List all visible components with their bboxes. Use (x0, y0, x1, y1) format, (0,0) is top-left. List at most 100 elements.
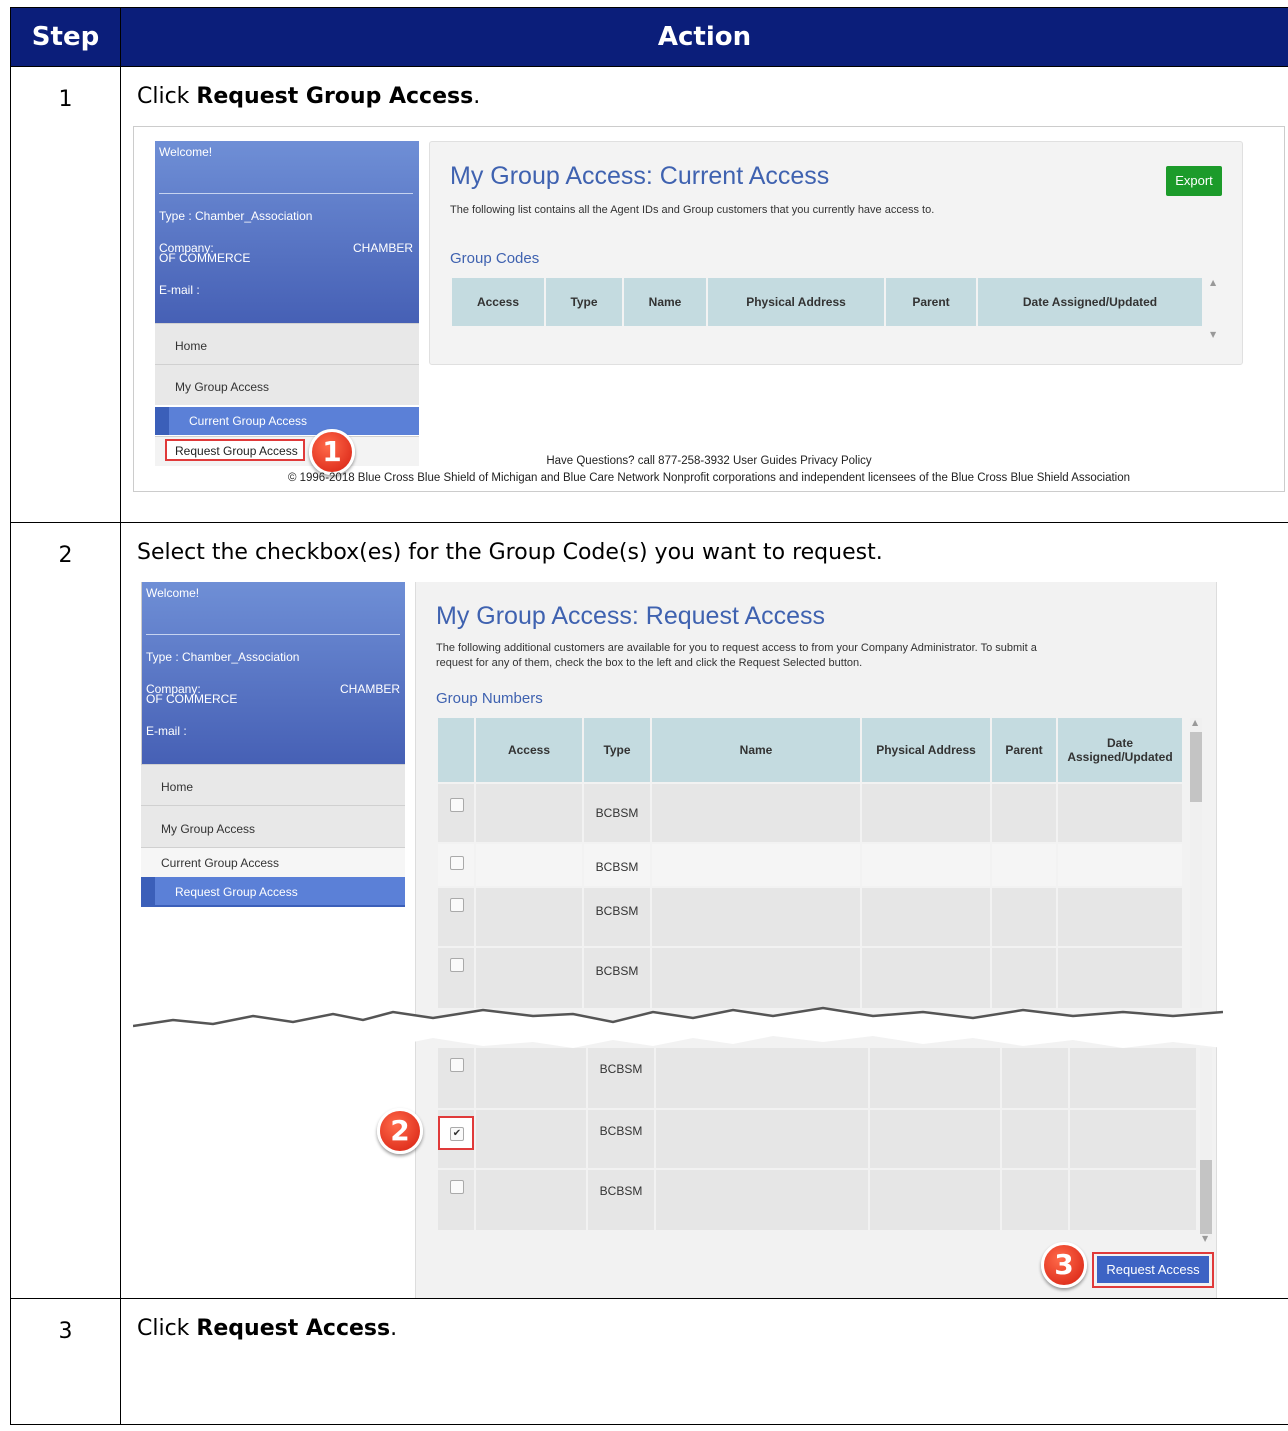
col-date[interactable]: Date Assigned/Updated (1058, 718, 1182, 782)
checked-checkbox[interactable]: ✔ (450, 1127, 464, 1141)
row-checkbox[interactable] (450, 856, 464, 870)
page-description-2: request for any of them, check the box t… (436, 657, 863, 669)
current-access-panel: My Group Access: Current Access The foll… (429, 141, 1243, 365)
col-parent[interactable]: Parent (992, 718, 1056, 782)
select-cell (438, 888, 474, 946)
access-cell (476, 948, 582, 1008)
scroll-down-icon[interactable]: ▼ (1210, 330, 1216, 339)
step-number: 1 (10, 66, 121, 523)
scroll-up-icon[interactable]: ▲ (1210, 278, 1216, 287)
table-row: BCBSM (438, 844, 1186, 886)
request-access-button[interactable]: Request Access (1097, 1256, 1209, 1283)
action-cell: Select the checkbox(es) for the Group Co… (120, 522, 1288, 1299)
parent-cell (992, 784, 1056, 842)
step-number: 2 (10, 522, 121, 1299)
select-cell (438, 1170, 474, 1230)
date-cell (1058, 844, 1182, 886)
parent-cell (1002, 1110, 1068, 1168)
row-checkbox[interactable] (450, 1180, 464, 1194)
action-cell: Click Request Group Access. Welcome! Typ… (120, 66, 1288, 523)
scroll-up-icon[interactable]: ▲ (1192, 718, 1198, 727)
col-parent[interactable]: Parent (886, 278, 976, 326)
name-cell (652, 888, 860, 946)
name-cell (652, 844, 860, 886)
company-value: CHAMBER (340, 682, 401, 696)
menu-home[interactable]: Home (155, 323, 419, 364)
footer-copyright: © 1996-2018 Blue Cross Blue Shield of Mi… (287, 472, 1131, 484)
welcome-text: Welcome! (146, 586, 200, 600)
action-header: Action (120, 7, 1288, 67)
col-name[interactable]: Name (624, 278, 706, 326)
access-cell (476, 1110, 586, 1168)
user-panel: Welcome! Type : Chamber_Association Comp… (141, 582, 405, 764)
user-type: Type : Chamber_Association (146, 650, 300, 664)
name-cell (656, 1110, 868, 1168)
menu-current-group-access[interactable]: Current Group Access (141, 847, 405, 877)
date-cell (1070, 1110, 1196, 1168)
torn-edge-break (133, 1006, 1223, 1050)
select-cell (438, 948, 474, 1008)
step-instruction: Click Request Access. (137, 1316, 398, 1341)
menu-home[interactable]: Home (141, 764, 405, 805)
col-physical-address[interactable]: Physical Address (708, 278, 884, 326)
access-cell (476, 888, 582, 946)
page-title: My Group Access: Current Access (450, 162, 830, 190)
screenshot-request-access: Welcome! Type : Chamber_Association Comp… (133, 582, 1223, 1298)
col-type[interactable]: Type (546, 278, 622, 326)
type-cell: BCBSM (584, 948, 650, 1008)
welcome-text: Welcome! (159, 145, 213, 159)
company-value: CHAMBER (353, 241, 414, 255)
date-cell (1058, 784, 1182, 842)
access-cell (476, 784, 582, 842)
row-checkbox[interactable] (450, 898, 464, 912)
type-cell: BCBSM (584, 888, 650, 946)
date-cell (1058, 948, 1182, 1008)
name-cell (656, 1170, 868, 1230)
row-checkbox[interactable] (450, 798, 464, 812)
scrollbar-thumb-lower[interactable] (1200, 1160, 1212, 1234)
menu-my-group-access[interactable]: My Group Access (141, 805, 405, 847)
menu-current-group-access[interactable]: Current Group Access (155, 407, 419, 435)
col-type[interactable]: Type (584, 718, 650, 782)
address-cell (862, 888, 990, 946)
date-cell (1070, 1170, 1196, 1230)
col-physical-address[interactable]: Physical Address (862, 718, 990, 782)
menu-request-group-access[interactable]: Request Group Access (141, 877, 405, 907)
email-label: E-mail : (146, 724, 187, 738)
scrollbar-thumb[interactable] (1190, 732, 1202, 802)
divider (159, 193, 413, 194)
instruction-table: Step Action 1 Click Request Group Access… (10, 7, 1288, 1425)
export-button[interactable]: Export (1166, 166, 1222, 196)
col-access[interactable]: Access (476, 718, 582, 782)
date-cell (1058, 888, 1182, 946)
group-codes-header: Access Type Name Physical Address Parent… (452, 278, 1204, 326)
selected-checkbox-highlight[interactable]: ✔ (438, 1116, 474, 1150)
col-name[interactable]: Name (652, 718, 860, 782)
row-checkbox[interactable] (450, 958, 464, 972)
scroll-down-icon[interactable]: ▼ (1202, 1234, 1208, 1243)
footer-questions: Have Questions? call 877-258-3932 User G… (546, 455, 872, 467)
access-cell (476, 1170, 586, 1230)
col-date[interactable]: Date Assigned/Updated (978, 278, 1202, 326)
callout-badge-1: 1 (309, 429, 355, 475)
menu-my-group-access[interactable]: My Group Access (155, 364, 419, 405)
user-type: Type : Chamber_Association (159, 209, 313, 223)
name-cell (652, 948, 860, 1008)
action-cell: Click Request Access. (120, 1298, 1288, 1425)
page-description-1: The following additional customers are a… (436, 642, 1037, 654)
section-title: Group Codes (450, 250, 540, 267)
type-cell: BCBSM (588, 1110, 654, 1168)
step-number: 3 (10, 1298, 121, 1425)
col-access[interactable]: Access (452, 278, 544, 326)
company-value-2: OF COMMERCE (159, 251, 251, 265)
table-row: BCBSM (438, 888, 1186, 946)
select-cell (438, 844, 474, 886)
type-cell: BCBSM (588, 1170, 654, 1230)
type-cell: BCBSM (584, 844, 650, 886)
page-title: My Group Access: Request Access (436, 602, 826, 630)
table-row: BCBSM (438, 1170, 1196, 1230)
table-row: BCBSM (438, 784, 1186, 842)
request-access-panel: My Group Access: Request Access The foll… (415, 582, 1217, 1298)
callout-badge-3: 3 (1041, 1242, 1087, 1288)
table-row: BCBSM (438, 1110, 1196, 1168)
